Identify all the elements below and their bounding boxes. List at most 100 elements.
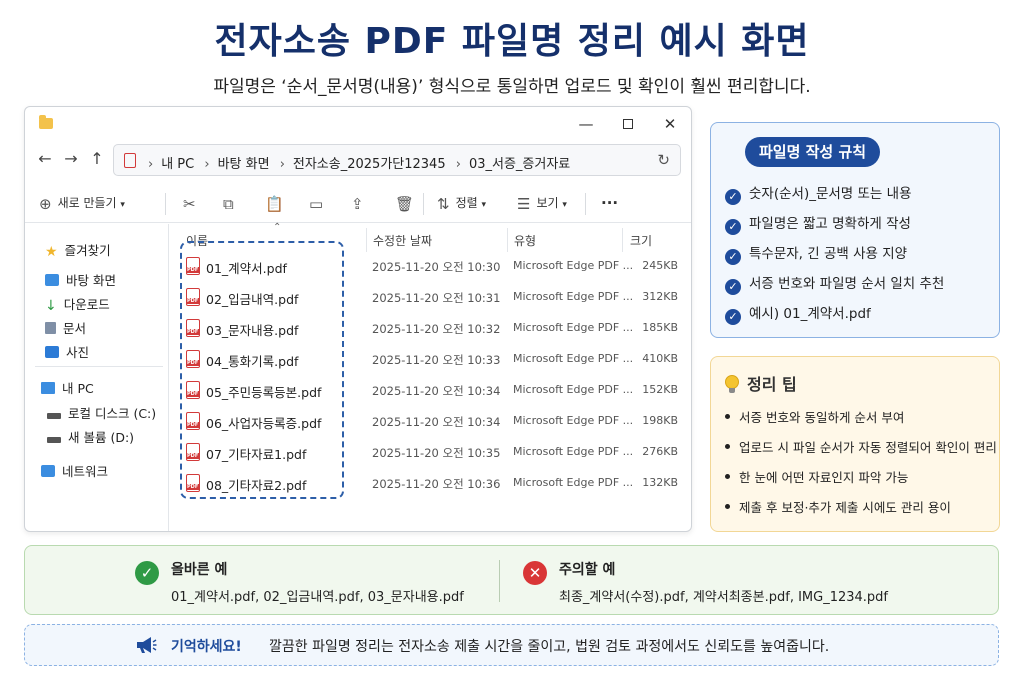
rule-text: 예시) 01_계약서.pdf <box>749 306 871 322</box>
address-bar[interactable]: › 내 PC › 바탕 화면 › 전자소송_2025가단12345 › 03_서증_증거… <box>113 144 681 176</box>
file-date: 2025-11-20 오전 10:35 <box>372 446 501 460</box>
picture-icon <box>45 346 59 358</box>
maximize-button[interactable] <box>617 113 639 135</box>
breadcrumb-item[interactable]: 03_서증_증거자료 <box>469 157 570 172</box>
rename-icon: ▭ <box>309 194 324 213</box>
file-name: 08_기타자료2.pdf <box>206 478 307 493</box>
sidebar-item-label: 문서 <box>63 321 87 336</box>
paste-button[interactable]: 📋 <box>265 193 290 213</box>
folder-icon <box>39 115 53 129</box>
sidebar-item-pc[interactable]: 내 PC <box>41 378 94 397</box>
sidebar-item-pictures[interactable]: 사진 <box>45 342 89 361</box>
share-icon: ⇪ <box>351 194 364 213</box>
sidebar-item-network[interactable]: 네트워크 <box>41 461 108 480</box>
pdf-icon <box>124 153 136 168</box>
sidebar-item-label: 사진 <box>66 345 90 360</box>
tip-item: 업로드 시 파일 순서가 자동 정렬되어 확인이 편리 <box>725 437 997 456</box>
view-icon: ☰ <box>517 194 531 213</box>
file-name: 06_사업자등록증.pdf <box>206 416 322 431</box>
naming-rules-panel: 파일명 작성 규칙 ✓ 숫자(순서)_문서명 또는 내용 ✓ 파일명은 짧고 명확하… <box>710 122 1000 338</box>
table-row[interactable]: 04_통화기록.pdf2025-11-20 오전 10:33Microsoft … <box>170 344 691 375</box>
up-arrow-icon[interactable]: ↑ <box>87 149 107 169</box>
command-bar: ⊕ 새로 만들기 ▾ ✂ ⧉ 📋 ▭ ⇪ 🗑 ⇅ 정렬 ▾ ☰ 보기 ▾ ··· <box>25 183 691 223</box>
check-circle-icon: ✓ <box>135 561 159 585</box>
breadcrumb: › 내 PC › 바탕 화면 › 전자소송_2025가단12345 › 03_서증_증거… <box>148 157 571 172</box>
more-button[interactable]: ··· <box>601 193 618 213</box>
star-icon: ★ <box>45 244 58 260</box>
new-button[interactable]: ⊕ 새로 만들기 ▾ <box>39 193 125 213</box>
cut-button[interactable]: ✂ <box>183 193 202 213</box>
table-row[interactable]: 06_사업자등록증.pdf2025-11-20 오전 10:34Microsof… <box>170 406 691 437</box>
sidebar-item-desktop[interactable]: 바탕 화면 <box>45 270 116 289</box>
file-size: 312KB <box>642 290 678 303</box>
lightbulb-icon <box>725 375 739 393</box>
rule-text: 숫자(순서)_문서명 또는 내용 <box>749 186 912 202</box>
x-circle-icon: ✕ <box>523 561 547 585</box>
file-size: 245KB <box>642 259 678 272</box>
file-size: 152KB <box>642 383 678 396</box>
file-name: 02_입금내역.pdf <box>206 292 299 307</box>
page-subtitle: 파일명은 ‘순서_문서명(내용)’ 형식으로 통일하면 업로드 및 확인이 훨씬… <box>213 77 811 97</box>
sidebar-item-local-disk[interactable]: 로컬 디스크 (C:) <box>47 403 156 422</box>
sidebar-item-documents[interactable]: 문서 <box>45 318 86 337</box>
sidebar-item-label: 새 볼륨 (D:) <box>68 430 135 445</box>
sidebar-item-new-volume[interactable]: 새 볼륨 (D:) <box>47 427 134 446</box>
table-row[interactable]: 08_기타자료2.pdf2025-11-20 오전 10:36Microsoft… <box>170 468 691 499</box>
computer-icon <box>41 382 55 394</box>
breadcrumb-item[interactable]: 바탕 화면 <box>218 157 270 172</box>
table-row[interactable]: 05_주민등록등본.pdf2025-11-20 오전 10:34Microsof… <box>170 375 691 406</box>
forward-arrow-icon[interactable]: → <box>61 149 81 169</box>
file-date: 2025-11-20 오전 10:31 <box>372 291 501 305</box>
delete-button[interactable]: 🗑 <box>395 193 420 213</box>
pdf-icon <box>186 350 200 368</box>
copy-icon: ⧉ <box>223 194 234 213</box>
rule-text: 파일명은 짧고 명확하게 작성 <box>749 216 911 232</box>
tip-text: 한 눈에 어떤 자료인지 파악 가능 <box>739 470 909 485</box>
table-row[interactable]: 07_기타자료1.pdf2025-11-20 오전 10:35Microsoft… <box>170 437 691 468</box>
maximize-icon <box>623 119 633 129</box>
table-row[interactable]: 03_문자내용.pdf2025-11-20 오전 10:32Microsoft … <box>170 313 691 344</box>
tip-item: 제출 후 보정·추가 제출 시에도 관리 용이 <box>725 497 951 516</box>
sidebar-item-label: 바탕 화면 <box>66 273 116 288</box>
sort-label: 정렬 <box>455 196 478 210</box>
navigation-pane: ★ 즐겨찾기 바탕 화면 ↓ 다운로드 문서 사진 내 PC 로컬 디스크 (C:)… <box>25 224 169 531</box>
column-header-date[interactable]: 수정한 날짜 <box>373 232 432 249</box>
table-row[interactable]: 01_계약서.pdf2025-11-20 오전 10:30Microsoft E… <box>170 251 691 282</box>
chevron-down-icon: ▾ <box>481 200 487 210</box>
share-button[interactable]: ⇪ <box>351 193 370 213</box>
back-arrow-icon[interactable]: ← <box>35 149 55 169</box>
sidebar-item-label: 네트워크 <box>62 464 109 479</box>
column-header-type[interactable]: 유형 <box>514 232 536 249</box>
view-button[interactable]: ☰ 보기 ▾ <box>517 193 567 213</box>
column-header-size[interactable]: 크기 <box>630 232 652 249</box>
remember-banner: 기억하세요! 깔끔한 파일명 정리는 전자소송 제출 시간을 줄이고, 법원 검… <box>24 624 999 666</box>
close-button[interactable]: ✕ <box>659 113 681 135</box>
file-list: ⌃ 이름 수정한 날짜 유형 크기 01_계약서.pdf2025-11-20 오… <box>170 222 691 531</box>
rule-item: ✓ 서증 번호와 파일명 순서 일치 추천 <box>725 272 944 295</box>
file-size: 410KB <box>642 352 678 365</box>
refresh-icon[interactable]: ↻ <box>657 151 670 169</box>
sidebar-item-favorites[interactable]: ★ 즐겨찾기 <box>45 240 111 260</box>
table-row[interactable]: 02_입금내역.pdf2025-11-20 오전 10:31Microsoft … <box>170 282 691 313</box>
sidebar-item-downloads[interactable]: ↓ 다운로드 <box>45 294 110 314</box>
checkmark-icon: ✓ <box>725 309 741 325</box>
breadcrumb-item[interactable]: 내 PC <box>161 157 194 172</box>
minimize-button[interactable]: — <box>575 113 597 135</box>
view-label: 보기 <box>536 196 559 210</box>
breadcrumb-item[interactable]: 전자소송_2025가단12345 <box>293 157 446 172</box>
file-date: 2025-11-20 오전 10:32 <box>372 322 501 336</box>
trash-icon: 🗑 <box>395 194 415 213</box>
file-name: 07_기타자료1.pdf <box>206 447 307 462</box>
bad-example-text: 최종_계약서(수정).pdf, 계약서최종본.pdf, IMG_1234.pdf <box>559 590 888 605</box>
rename-button[interactable]: ▭ <box>309 193 329 213</box>
paste-icon: 📋 <box>265 194 284 213</box>
file-name: 05_주민등록등본.pdf <box>206 385 322 400</box>
file-date: 2025-11-20 오전 10:34 <box>372 415 501 429</box>
checkmark-icon: ✓ <box>725 219 741 235</box>
file-size: 276KB <box>642 445 678 458</box>
tips-title-row: 정리 팁 <box>725 371 797 395</box>
sort-button[interactable]: ⇅ 정렬 ▾ <box>437 193 486 213</box>
copy-button[interactable]: ⧉ <box>223 193 240 213</box>
file-name: 04_통화기록.pdf <box>206 354 299 369</box>
file-name: 03_문자내용.pdf <box>206 323 299 338</box>
